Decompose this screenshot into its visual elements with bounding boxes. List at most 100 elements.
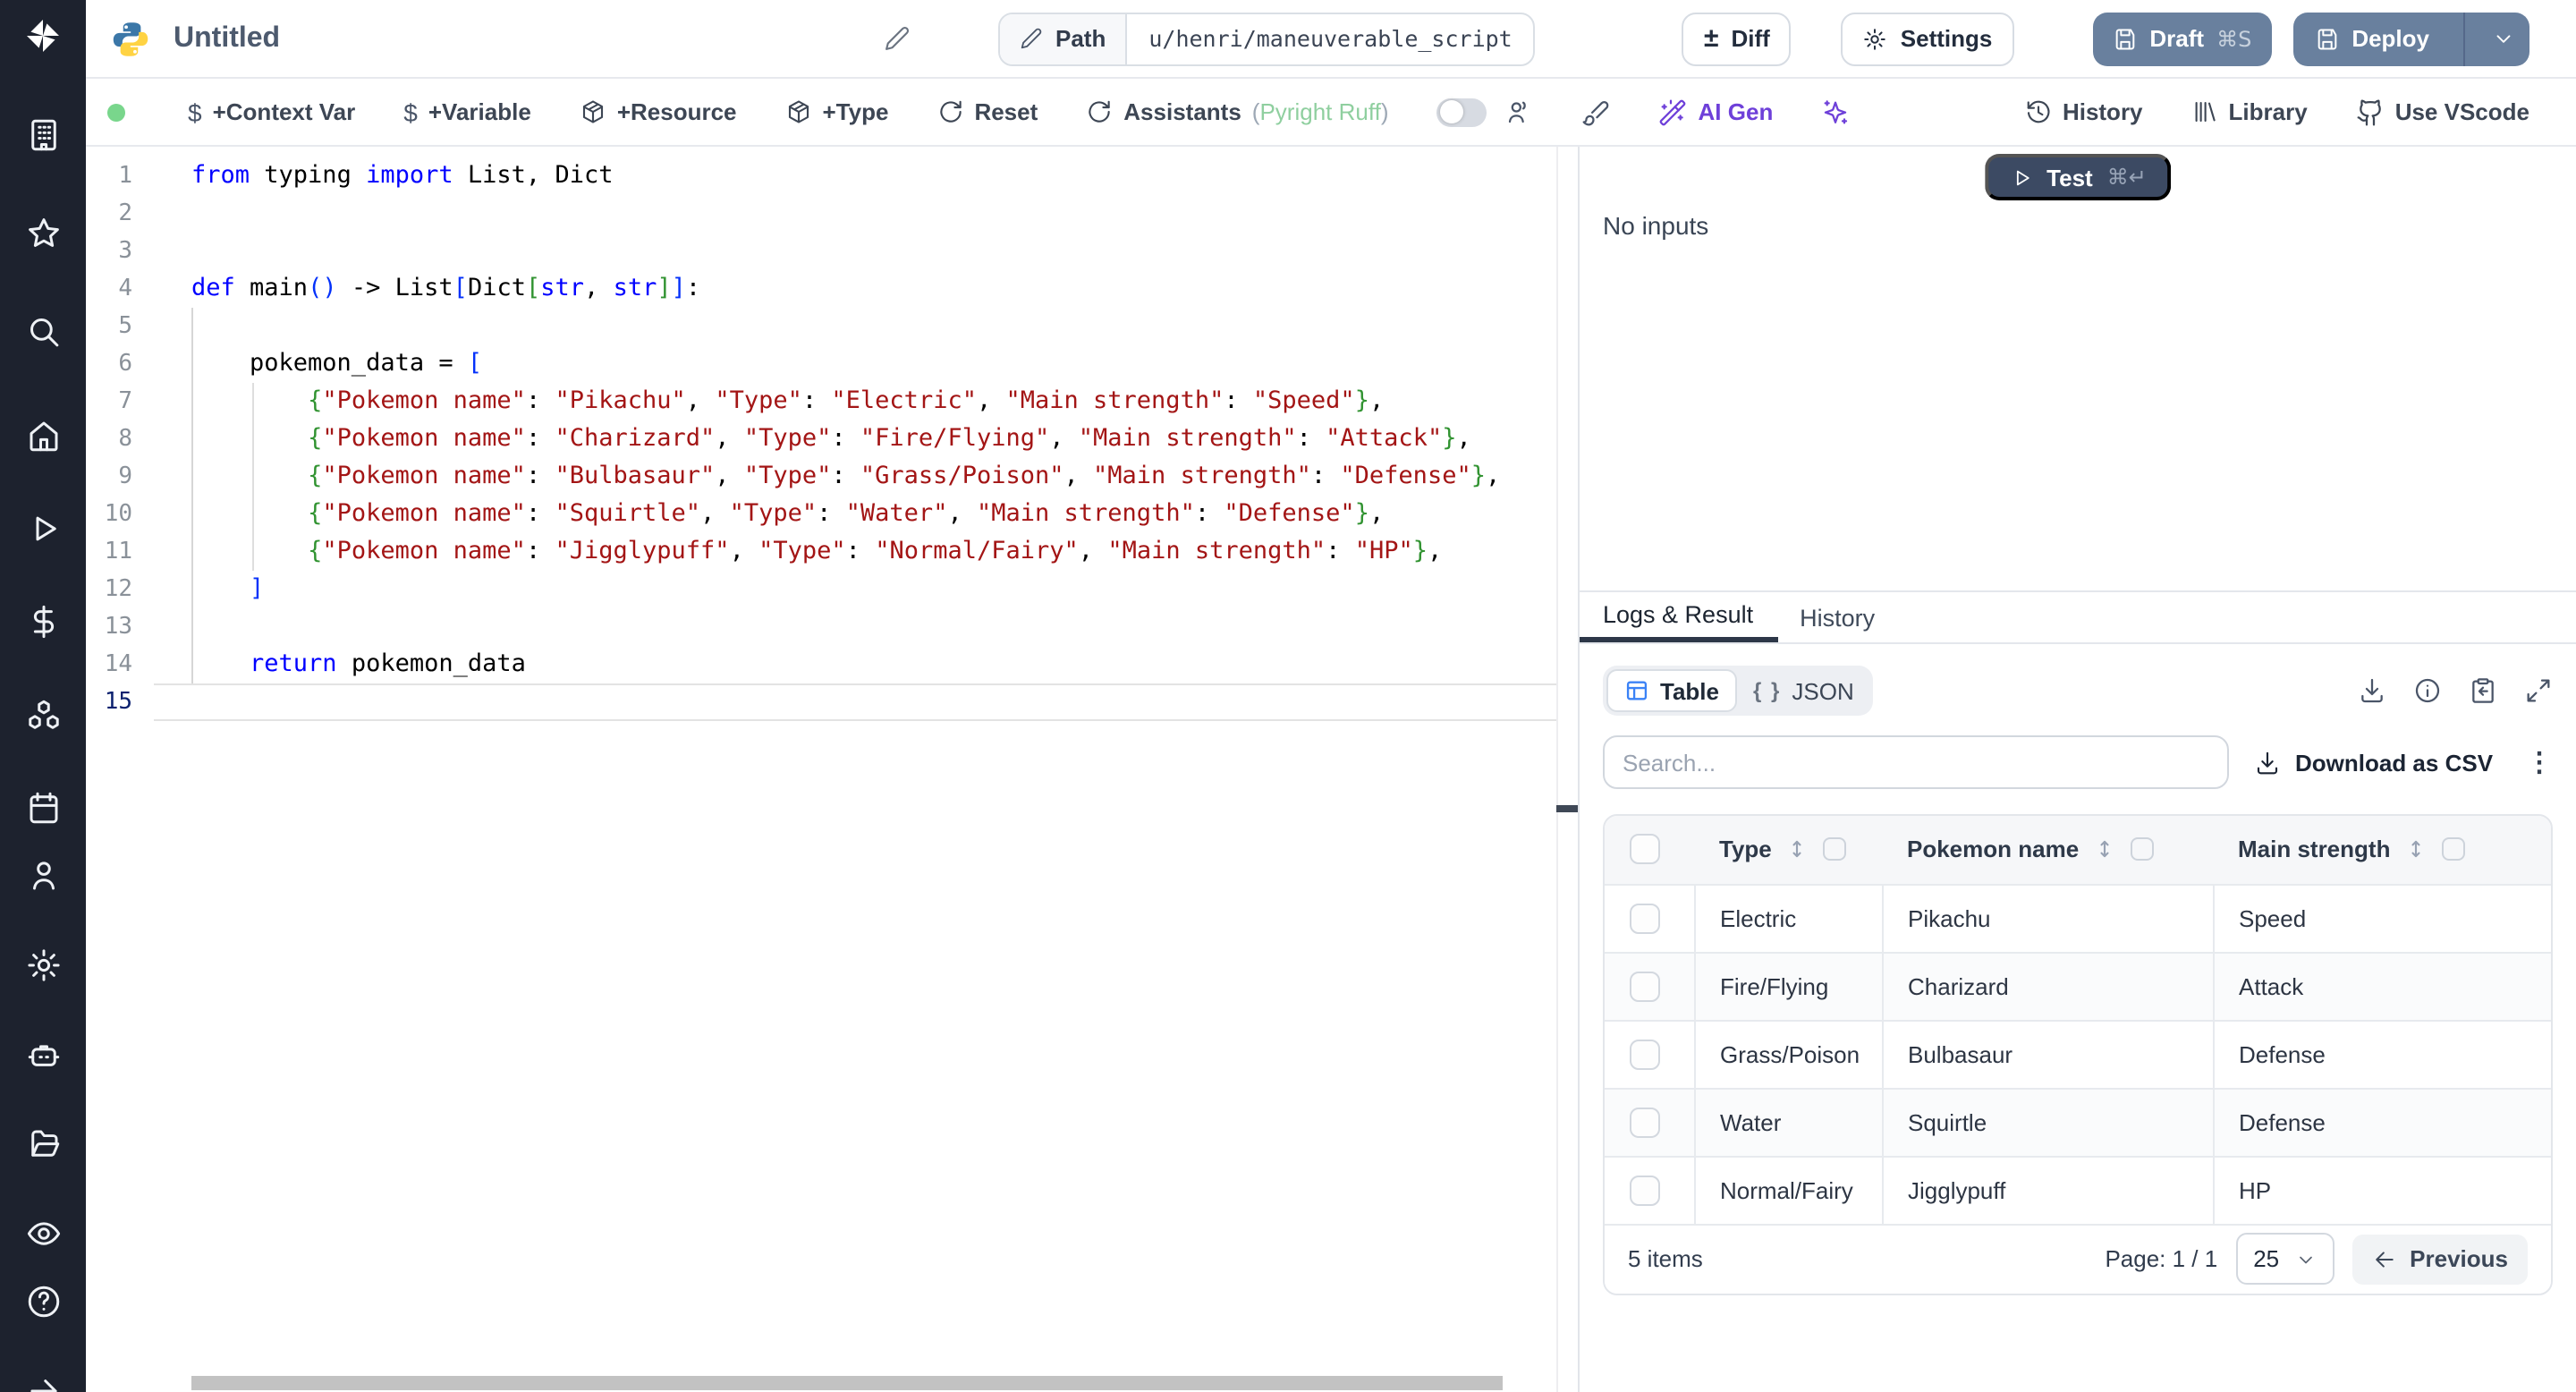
sidebar-item-favorites[interactable] <box>0 199 86 267</box>
filter-main-strength-control[interactable] <box>2442 837 2466 862</box>
view-table-button[interactable]: Table <box>1606 669 1737 712</box>
code-line-12[interactable]: 12 ] <box>86 571 1556 608</box>
test-button[interactable]: Test ⌘↵ <box>1984 154 2172 200</box>
row-checkbox[interactable] <box>1630 1039 1660 1069</box>
page-size-select[interactable]: 25 <box>2235 1233 2335 1285</box>
calendar-icon <box>29 791 57 823</box>
use-vscode-button[interactable]: Use VScode <box>2356 98 2529 126</box>
code-line-5[interactable]: 5 <box>86 308 1556 345</box>
table-footer: 5 items Page: 1 / 1 25 Previous <box>1605 1223 2551 1293</box>
copy-result-button[interactable] <box>2469 676 2497 705</box>
previous-page-button[interactable]: Previous <box>2352 1234 2528 1284</box>
search-input[interactable] <box>1603 735 2229 789</box>
inputs-section: Test ⌘↵ No inputs <box>1580 147 2576 592</box>
assistants-button[interactable]: Assistants (Pyright Ruff) <box>1086 98 1389 125</box>
horizontal-scrollbar[interactable] <box>191 1376 1503 1390</box>
code-line-8[interactable]: 8 {"Pokemon name": "Charizard", "Type": … <box>86 420 1556 458</box>
multiplayer-toggle[interactable] <box>1436 98 1487 126</box>
sort-main-strength-button[interactable] <box>2404 838 2428 862</box>
sidebar-item-folders[interactable] <box>0 1109 86 1177</box>
history-button[interactable]: History <box>2025 98 2143 125</box>
sidebar-item-expand[interactable] <box>0 1356 86 1392</box>
code-line-10[interactable]: 10 {"Pokemon name": "Squirtle", "Type": … <box>86 496 1556 533</box>
code-line-13[interactable]: 13 <box>86 608 1556 646</box>
result-view-row: Table { } JSON <box>1603 666 2553 716</box>
settings-button[interactable]: Settings <box>1841 12 2014 65</box>
filter-pokemon-name-control[interactable] <box>2131 837 2155 862</box>
sidebar-item-help[interactable] <box>0 1267 86 1335</box>
code-line-7[interactable]: 7 {"Pokemon name": "Pikachu", "Type": "E… <box>86 383 1556 420</box>
table-cell: Grass/Poison <box>1693 1020 1882 1089</box>
line-number: 4 <box>118 276 132 302</box>
deploy-options-button[interactable] <box>2478 12 2529 65</box>
sidebar-item-audit-logs[interactable] <box>0 1199 86 1267</box>
filter-type-control[interactable] <box>1823 837 1847 862</box>
table-cell: Squirtle <box>1881 1088 2213 1157</box>
code-line-15[interactable]: 15 <box>86 683 1556 721</box>
diff-button[interactable]: ± Diff <box>1682 12 1792 65</box>
sidebar-item-runs[interactable] <box>0 494 86 562</box>
download-result-button[interactable] <box>2358 676 2386 705</box>
sidebar-item-workers[interactable] <box>0 1020 86 1088</box>
add-variable-button[interactable]: $ +Variable <box>403 98 531 126</box>
code-line-9[interactable]: 9 {"Pokemon name": "Bulbasaur", "Type": … <box>86 458 1556 496</box>
code-editor[interactable]: 1 from typing import List, Dict 2 3 4 def mai… <box>86 147 1556 1392</box>
sidebar-item-schedules[interactable] <box>0 773 86 841</box>
deploy-button[interactable]: Deploy <box>2292 12 2451 65</box>
topbar: Untitled Path u/henri/maneuverable_scrip… <box>86 0 2576 79</box>
toolbar-right: History Library Use VScode <box>2025 98 2529 126</box>
table-menu-button[interactable]: ⋮ <box>2526 749 2553 776</box>
code-line-1[interactable]: 1 from typing import List, Dict <box>86 157 1556 195</box>
sidebar-item-home[interactable] <box>0 401 86 469</box>
format-code-button[interactable] <box>1582 98 1611 126</box>
arrow-right-icon <box>30 1379 56 1392</box>
sidebar-item-search[interactable] <box>0 297 86 365</box>
row-checkbox[interactable] <box>1630 1107 1660 1137</box>
windmill-logo-icon[interactable] <box>0 14 86 57</box>
sidebar-item-resources[interactable] <box>0 680 86 748</box>
code-line-3[interactable]: 3 <box>86 233 1556 270</box>
result-info-button[interactable] <box>2413 676 2442 705</box>
view-json-button[interactable]: { } JSON <box>1737 669 1870 712</box>
code-line-4[interactable]: 4 def main() -> List[Dict[str, str]]: <box>86 270 1556 308</box>
multiplayer-users-button[interactable] <box>1505 98 1534 126</box>
package-icon <box>582 100 603 123</box>
splitter-handle[interactable] <box>1556 805 1580 812</box>
pane-splitter[interactable] <box>1556 147 1580 1392</box>
sidebar-item-settings[interactable] <box>0 930 86 998</box>
save-icon <box>2317 28 2336 49</box>
sort-type-button[interactable] <box>1786 838 1809 862</box>
tab-logs-result[interactable]: Logs & Result <box>1580 592 1779 642</box>
sidebar-item-variables[interactable] <box>0 587 86 655</box>
ai-fix-button[interactable] <box>1821 98 1850 126</box>
table-header-row: Type Pokemon name Main strength <box>1605 816 2551 885</box>
path-editor[interactable]: Path u/henri/maneuverable_script <box>998 12 1536 65</box>
code-line-14[interactable]: 14 return pokemon_data <box>86 646 1556 683</box>
sidebar-group-top <box>0 100 86 365</box>
select-all-checkbox[interactable] <box>1630 834 1660 865</box>
code-line-11[interactable]: 11 {"Pokemon name": "Jigglypuff", "Type"… <box>86 533 1556 571</box>
add-type-button[interactable]: +Type <box>785 98 888 125</box>
sidebar-item-users[interactable] <box>0 841 86 909</box>
ai-gen-button[interactable]: AI Gen <box>1659 98 1774 126</box>
table-row: Water Squirtle Defense <box>1605 1088 2551 1157</box>
edit-summary-button[interactable] <box>884 25 911 52</box>
row-checkbox[interactable] <box>1630 903 1660 933</box>
code-line-2[interactable]: 2 <box>86 195 1556 233</box>
no-inputs-text: No inputs <box>1603 211 1709 240</box>
test-shortcut: ⌘↵ <box>2106 165 2147 190</box>
reset-button[interactable]: Reset <box>936 98 1038 125</box>
expand-result-button[interactable] <box>2524 676 2553 705</box>
add-context-var-button[interactable]: $ +Context Var <box>188 98 355 126</box>
code-line-6[interactable]: 6 pokemon_data = [ <box>86 345 1556 383</box>
library-button[interactable]: Library <box>2191 98 2308 125</box>
row-checkbox[interactable] <box>1630 1175 1660 1205</box>
download-csv-button[interactable]: Download as CSV <box>2254 749 2493 776</box>
add-resource-button[interactable]: +Resource <box>580 98 737 125</box>
sort-pokemon-name-button[interactable] <box>2093 838 2116 862</box>
sidebar-item-workspace[interactable] <box>0 100 86 168</box>
row-checkbox[interactable] <box>1630 971 1660 1001</box>
draft-button[interactable]: Draft ⌘S <box>2092 12 2272 65</box>
ai-gen-label: AI Gen <box>1698 98 1774 125</box>
tab-history[interactable]: History <box>1778 592 1896 642</box>
